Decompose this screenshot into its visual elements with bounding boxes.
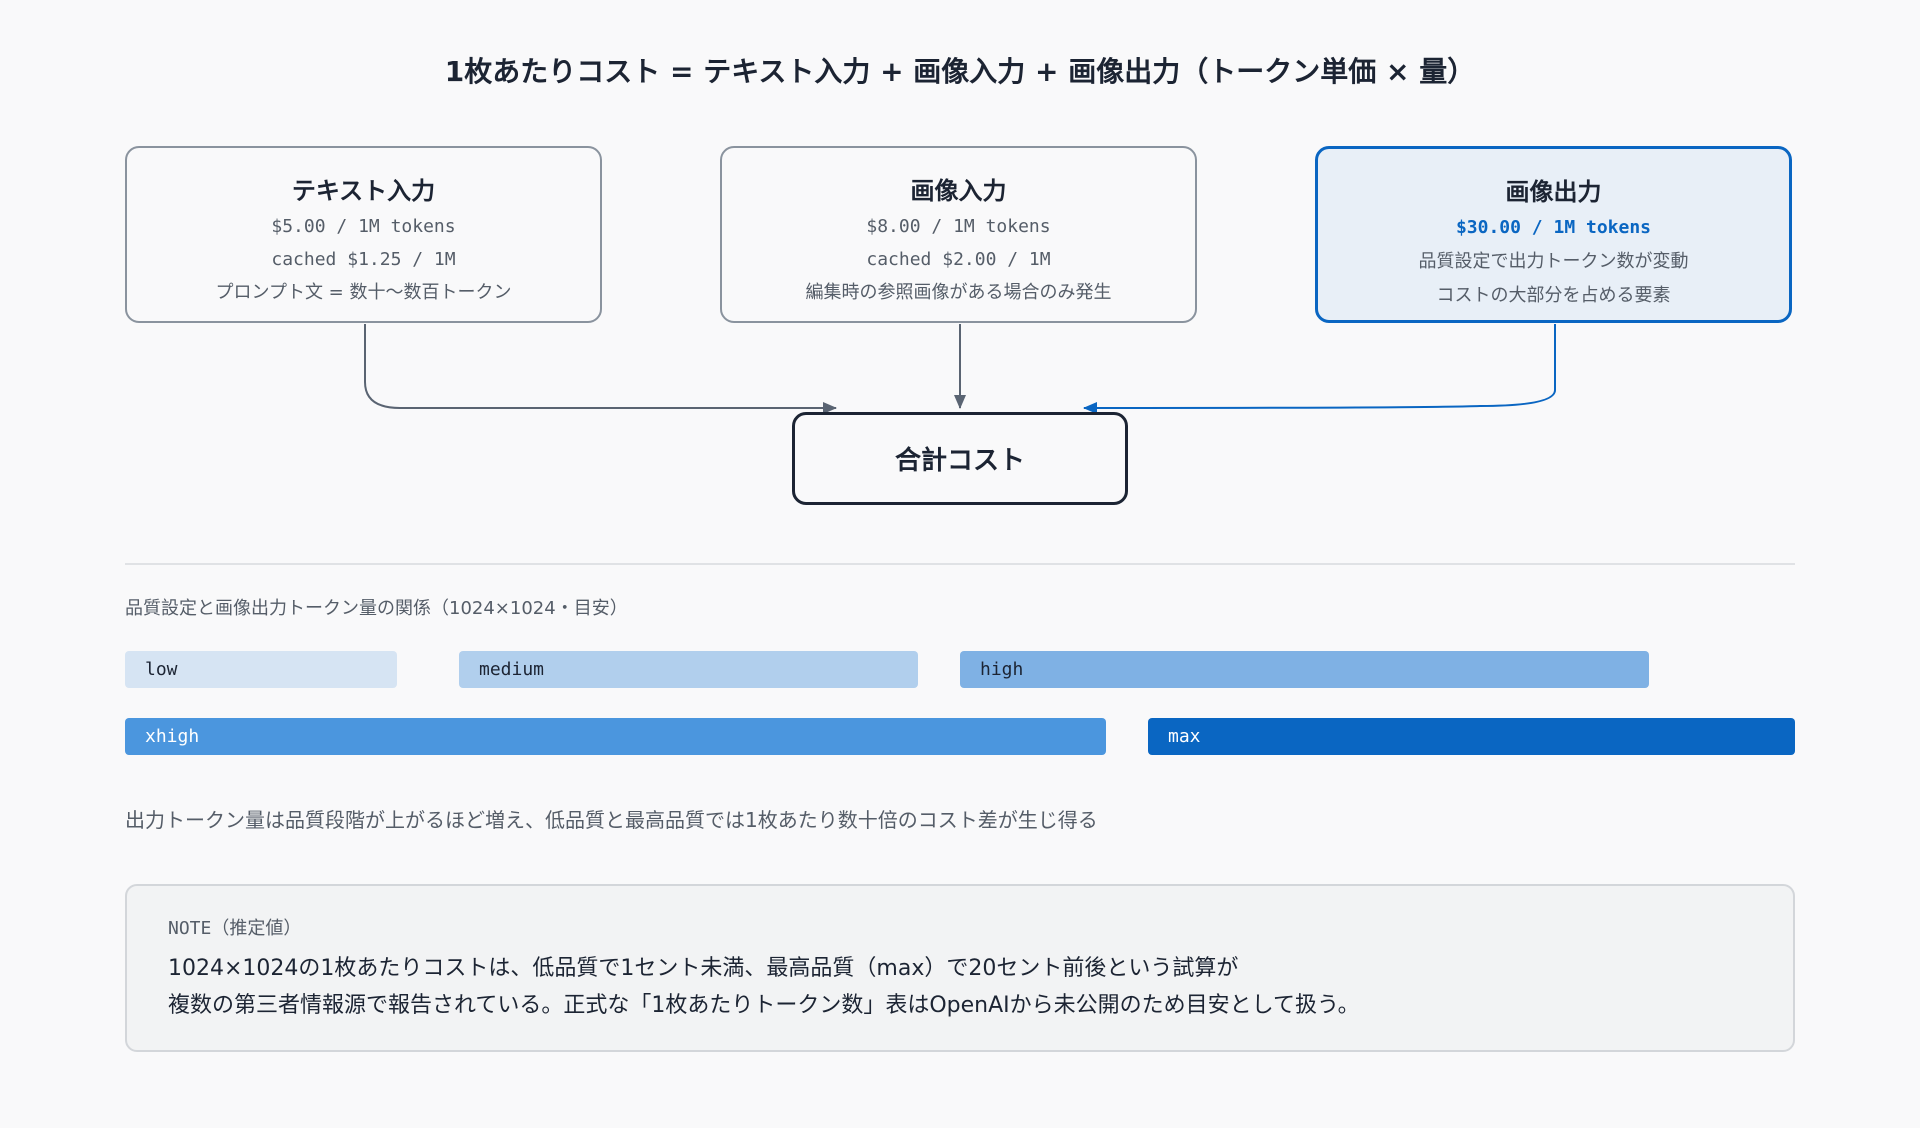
- total-cost-box: 合計コスト: [792, 412, 1128, 505]
- text-input-box: テキスト入力 $5.00 / 1M tokens cached $1.25 / …: [125, 146, 602, 323]
- quality-bar-high: high: [960, 651, 1649, 688]
- quality-bar-medium: medium: [459, 651, 918, 688]
- image-output-title: 画像出力: [1505, 178, 1602, 206]
- arrow-image-output: [1083, 324, 1556, 414]
- image-output-price: $30.00 / 1M tokens: [1455, 217, 1652, 238]
- image-output-desc-2: コストの大部分を占める要素: [1436, 285, 1671, 306]
- note-line-2: 複数の第三者情報源で報告されている。正式な「1枚あたりトークン数」表はOpenA…: [168, 993, 1360, 1018]
- arrow-text-input: [364, 324, 837, 414]
- image-output-box: 画像出力 $30.00 / 1M tokens 品質設定で出力トークン数が変動 …: [1315, 146, 1792, 323]
- diagram-title: 1枚あたりコスト = テキスト入力 + 画像入力 + 画像出力（トークン単価 ×…: [444, 55, 1476, 88]
- text-input-cached-price: cached $1.25 / 1M: [271, 249, 456, 270]
- note-line-1: 1024×1024の1枚あたりコストは、低品質で1セント未満、最高品質（max）…: [168, 956, 1239, 981]
- diagram-page: 1枚あたりコスト = テキスト入力 + 画像入力 + 画像出力（トークン単価 ×…: [0, 0, 1920, 1128]
- image-input-cached-price: cached $2.00 / 1M: [866, 249, 1051, 270]
- text-input-title: テキスト入力: [291, 177, 436, 205]
- image-input-price: $8.00 / 1M tokens: [866, 216, 1051, 237]
- note-box: NOTE（推定値） 1024×1024の1枚あたりコストは、低品質で1セント未満…: [125, 884, 1795, 1052]
- quality-bar-max: max: [1148, 718, 1795, 755]
- quality-bar-low: low: [125, 651, 397, 688]
- image-output-desc-1: 品質設定で出力トークン数が変動: [1418, 251, 1689, 272]
- quality-bar-xhigh: xhigh: [125, 718, 1106, 755]
- image-input-box: 画像入力 $8.00 / 1M tokens cached $2.00 / 1M…: [720, 146, 1197, 323]
- image-input-note: 編集時の参照画像がある場合のみ発生: [805, 282, 1112, 303]
- quality-caption: 出力トークン量は品質段階が上がるほど増え、低品質と最高品質では1枚あたり数十倍の…: [125, 808, 1098, 832]
- section-divider: [125, 563, 1795, 565]
- image-input-title: 画像入力: [910, 177, 1007, 205]
- text-input-note: プロンプト文 = 数十〜数百トークン: [215, 282, 512, 303]
- text-input-price: $5.00 / 1M tokens: [271, 216, 456, 237]
- quality-section-label: 品質設定と画像出力トークン量の関係（1024×1024・目安）: [125, 598, 628, 619]
- note-label: NOTE（推定値）: [168, 918, 302, 939]
